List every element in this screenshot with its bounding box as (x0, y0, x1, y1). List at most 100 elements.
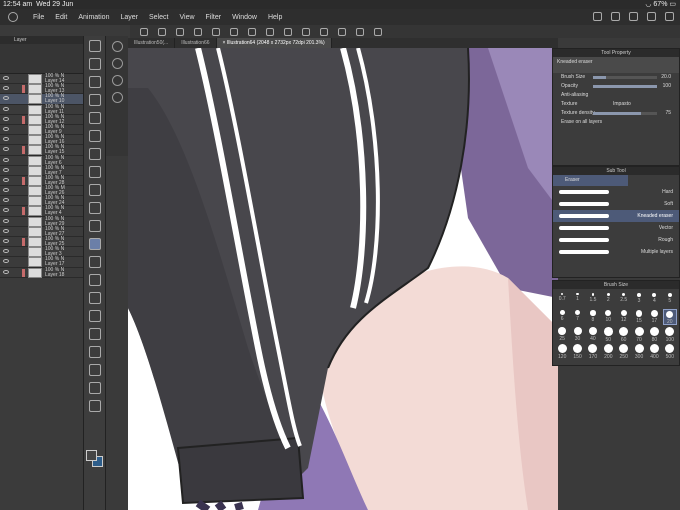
menu-animation[interactable]: Animation (78, 14, 109, 21)
layer-row[interactable]: 100 % N Layer 17 (0, 257, 83, 268)
drawing-canvas[interactable] (128, 48, 558, 510)
brush-size-preset[interactable]: 20 (662, 309, 677, 325)
menu-window[interactable]: Window (232, 14, 257, 21)
visibility-eye-icon[interactable] (3, 208, 9, 213)
sub-tool-item[interactable]: Rough (553, 234, 679, 246)
sub-tool-item[interactable]: Soft (553, 198, 679, 210)
menu-edit[interactable]: Edit (55, 14, 67, 21)
menu-help[interactable]: Help (268, 14, 282, 21)
visibility-eye-icon[interactable] (3, 228, 9, 233)
zoom-tool-icon[interactable] (88, 40, 101, 52)
deselect-icon[interactable] (302, 27, 310, 36)
brush-size-preset[interactable]: 10 (601, 309, 615, 325)
app-logo-icon[interactable] (8, 12, 18, 22)
layer-row[interactable]: 100 % N Layer 10 (0, 94, 83, 105)
visibility-eye-icon[interactable] (3, 249, 9, 254)
visibility-eye-icon[interactable] (3, 76, 9, 80)
brush-size-preset[interactable]: 0.7 (555, 292, 569, 308)
brush-size-preset[interactable]: 300 (632, 343, 646, 360)
layer-row[interactable]: 100 % N Layer 24 (0, 196, 83, 207)
blend-tool-icon[interactable] (88, 256, 101, 268)
brush-size-slider[interactable] (593, 76, 657, 79)
menu-filter[interactable]: Filter (206, 14, 222, 21)
menu-view[interactable]: View (179, 14, 194, 21)
undo-icon[interactable] (248, 27, 256, 36)
fullscreen-icon[interactable] (611, 12, 620, 21)
brush-size-preset[interactable]: 7 (570, 309, 584, 325)
menu-select[interactable]: Select (149, 14, 168, 21)
eraser-tool-icon[interactable] (88, 238, 101, 250)
open-icon[interactable] (158, 27, 166, 36)
brush-size-preset[interactable]: 25 (555, 326, 569, 342)
tab-illustration64[interactable]: × Illustration64 (2048 x 2732px 72dpi 20… (216, 38, 332, 48)
brush-size-preset[interactable]: 15 (632, 309, 646, 325)
settings-icon[interactable] (629, 12, 638, 21)
transform-icon[interactable] (284, 27, 292, 36)
brush-size-preset[interactable]: 2.5 (617, 292, 631, 308)
visibility-eye-icon[interactable] (3, 96, 9, 101)
quick-access-icon[interactable] (593, 12, 602, 21)
brush-size-preset[interactable]: 70 (632, 326, 646, 343)
texture-density-row[interactable]: Texture density 75 (553, 109, 679, 118)
clear-icon[interactable] (212, 27, 220, 36)
layer-row[interactable]: 100 % N Layer 29 (0, 216, 83, 227)
ruler-tool-icon[interactable] (88, 346, 101, 358)
brush-size-preset[interactable]: 80 (647, 326, 661, 343)
brush-size-preset[interactable]: 60 (617, 326, 631, 343)
layer-row[interactable]: 100 % N Layer 12 (0, 114, 83, 125)
brush-size-preset[interactable]: 120 (555, 343, 569, 360)
brush-size-preset[interactable]: 4 (647, 292, 661, 308)
brush-size-preset[interactable]: 8 (586, 309, 600, 325)
visibility-eye-icon[interactable] (3, 157, 9, 162)
brush-size-preset[interactable]: 170 (586, 343, 600, 360)
visibility-eye-icon[interactable] (3, 198, 9, 203)
brush-size-preset[interactable]: 30 (570, 326, 584, 342)
brush-size-preset[interactable]: 40 (586, 326, 600, 342)
sub-tool-group[interactable]: Eraser (553, 175, 628, 186)
visibility-eye-icon[interactable] (3, 137, 9, 142)
account-icon[interactable] (665, 12, 674, 21)
brush-size-preset[interactable]: 100 (663, 326, 677, 343)
antialias-row[interactable]: Anti-aliasing (553, 91, 679, 100)
sub-tool-item[interactable]: Vector (553, 222, 679, 234)
brush-size-preset[interactable]: 150 (570, 343, 584, 360)
eyedropper-tool-icon[interactable] (88, 130, 101, 142)
sub-tool-item[interactable]: Multiple layers (553, 246, 679, 258)
brush-size-preset[interactable]: 500 (663, 343, 677, 360)
brush-size-preset[interactable]: 1.5 (586, 292, 600, 308)
lasso-tool-icon[interactable] (88, 94, 101, 106)
frame-tool-icon[interactable] (88, 328, 101, 340)
layer-row[interactable]: 100 % N Layer 27 (0, 226, 83, 237)
brush-size-preset[interactable]: 1 (570, 292, 584, 308)
layer-row[interactable]: 100 % N Layer 13 (0, 84, 83, 95)
menu-file[interactable]: File (33, 14, 44, 21)
decoration-tool-icon[interactable] (88, 220, 101, 232)
airbrush-tool-icon[interactable] (88, 202, 101, 214)
redo-icon[interactable] (266, 27, 274, 36)
brush-size-preset[interactable]: 6 (555, 309, 569, 325)
brush-size-preset[interactable]: 2 (601, 292, 615, 308)
reference-icon[interactable] (111, 92, 123, 103)
layer-row[interactable]: 100 % N Layer 6 (0, 155, 83, 166)
visibility-eye-icon[interactable] (3, 167, 9, 172)
correct-line-tool-icon[interactable] (88, 400, 101, 412)
visibility-eye-icon[interactable] (3, 218, 9, 223)
new-icon[interactable] (140, 27, 148, 36)
visibility-eye-icon[interactable] (3, 269, 9, 274)
brush-tool-icon[interactable] (88, 184, 101, 196)
texture-density-slider[interactable] (593, 112, 657, 115)
layer-row[interactable]: 100 % N Layer 16 (0, 135, 83, 146)
foreground-color[interactable] (86, 450, 97, 461)
visibility-eye-icon[interactable] (3, 259, 9, 264)
color-swatch[interactable] (86, 450, 104, 468)
flip-icon[interactable] (111, 75, 123, 86)
brush-size-row[interactable]: Brush Size 20.0 (553, 73, 679, 82)
layer-row[interactable]: 100 % N Layer 18 (0, 267, 83, 278)
layer-row[interactable]: 100 % N Layer 4 (0, 206, 83, 217)
snap-icon[interactable] (374, 27, 382, 36)
menu-layer[interactable]: Layer (120, 14, 138, 21)
brush-size-preset[interactable]: 250 (617, 343, 631, 360)
visibility-eye-icon[interactable] (3, 86, 9, 91)
invert-selection-icon[interactable] (320, 27, 328, 36)
fill-tool-icon[interactable] (88, 274, 101, 286)
